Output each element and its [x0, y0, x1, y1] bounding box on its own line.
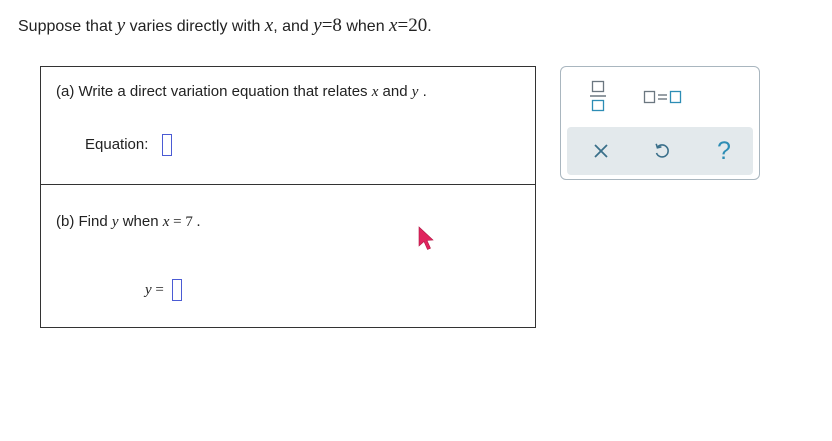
- var-y: y: [313, 15, 322, 36]
- intro-value: =20: [397, 15, 428, 36]
- equals-sign: =: [151, 282, 164, 298]
- toolbar-action-row: ?: [567, 127, 753, 175]
- fraction-button[interactable]: [585, 79, 611, 113]
- y-answer-row: y =: [145, 279, 182, 302]
- problem-box: (a) Write a direct variation equation th…: [40, 66, 536, 328]
- page: Suppose that y varies directly with x, a…: [0, 0, 832, 441]
- question-text: when: [118, 213, 163, 230]
- math-toolbar: ?: [560, 66, 760, 180]
- help-icon: ?: [717, 136, 731, 165]
- clear-button[interactable]: [589, 137, 613, 165]
- intro-text: varies directly with: [125, 18, 265, 35]
- var-y: y: [116, 15, 126, 36]
- equation-row: Equation:: [85, 134, 173, 157]
- var-y: y: [111, 214, 119, 230]
- equals-boxes-icon: [643, 90, 682, 104]
- part-a-question: (a) Write a direct variation equation th…: [56, 82, 427, 102]
- equals-boxes-button[interactable]: [641, 85, 685, 109]
- problem-intro: Suppose that y varies directly with x, a…: [18, 14, 432, 39]
- equation-answer-input[interactable]: [162, 134, 173, 157]
- part-a: (a) Write a direct variation equation th…: [41, 67, 535, 185]
- toolbar-template-row: [561, 67, 759, 125]
- intro-text: , and: [273, 18, 314, 35]
- question-text: (a) Write a direct variation equation th…: [56, 83, 372, 100]
- question-text: = 7 .: [169, 214, 201, 230]
- question-text: (b) Find: [56, 213, 112, 230]
- question-text: .: [418, 83, 427, 100]
- fraction-icon: [590, 80, 606, 112]
- intro-value: =8: [321, 15, 342, 36]
- intro-text: when: [341, 18, 390, 35]
- intro-text: Suppose that: [18, 18, 117, 35]
- var-y: y: [145, 282, 152, 298]
- var-x: x: [264, 15, 274, 36]
- equation-label: Equation:: [85, 136, 149, 153]
- help-button[interactable]: ?: [711, 135, 737, 167]
- undo-button[interactable]: [649, 137, 675, 165]
- intro-text: .: [427, 18, 432, 35]
- undo-icon: [655, 143, 669, 158]
- clear-icon: [594, 144, 608, 158]
- mouse-pointer-icon: [418, 226, 434, 250]
- part-b: (b) Find y when x = 7 . y =: [41, 185, 535, 327]
- y-answer-input[interactable]: [171, 279, 182, 302]
- question-text: and: [378, 83, 412, 100]
- part-b-question: (b) Find y when x = 7 .: [56, 212, 200, 232]
